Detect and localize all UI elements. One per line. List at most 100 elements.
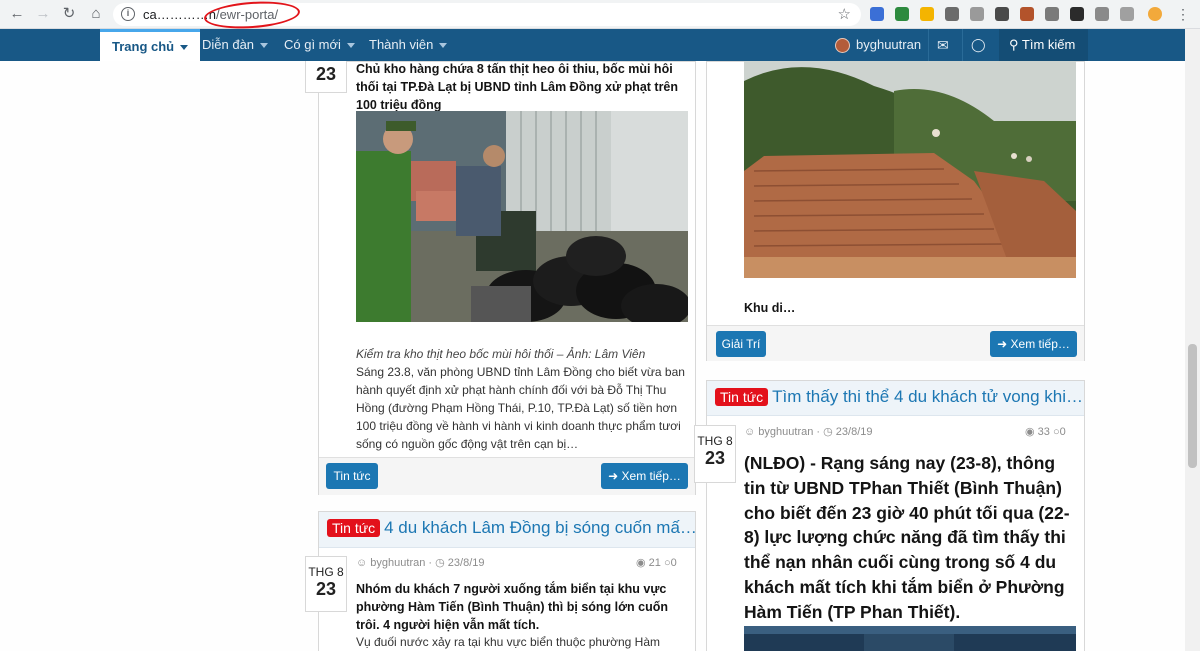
- extension-icon[interactable]: [970, 7, 984, 21]
- article-title-link[interactable]: Tìm thấy thi thể 4 du khách tử vong khi…: [772, 387, 1083, 406]
- nav-forums[interactable]: Diễn đàn: [202, 29, 269, 61]
- date-month: THG 8: [697, 434, 733, 448]
- news-tag[interactable]: Tin tức: [327, 519, 381, 537]
- extension-icon[interactable]: [1020, 7, 1034, 21]
- envelope-icon[interactable]: ✉: [937, 29, 949, 61]
- home-icon[interactable]: ⌂: [87, 5, 105, 23]
- chevron-down-icon[interactable]: [260, 43, 269, 49]
- article-title-link[interactable]: 4 du khách Lâm Đồng bị sóng cuốn mấ…: [384, 518, 695, 537]
- read-more-label: Xem tiếp…: [1010, 337, 1070, 351]
- article-photo: [356, 111, 688, 322]
- date-day: 23: [315, 579, 337, 599]
- chevron-down-icon[interactable]: [180, 45, 189, 51]
- eye-icon: ◉: [636, 557, 646, 569]
- date-day: 23: [315, 64, 337, 84]
- card-footer: Giải Trí ➜ Xem tiếp…: [707, 325, 1084, 361]
- post-date: 23/8/19: [447, 557, 485, 569]
- view-count: 21: [648, 557, 661, 569]
- nav-divider: [928, 29, 929, 61]
- translate-extension-icon[interactable]: [870, 7, 884, 21]
- nav-divider: [962, 29, 963, 61]
- clock-icon: ◷: [435, 557, 445, 569]
- author-link[interactable]: byghuutran: [370, 557, 425, 569]
- article-excerpt: Vụ đuối nước xảy ra tại khu vực biển thu…: [356, 635, 660, 649]
- article-stats: ◉ 21 ○0: [636, 556, 677, 569]
- photo-meat-illustration: [356, 111, 688, 322]
- profile-avatar-icon[interactable]: [1148, 7, 1162, 21]
- search-label: Tìm kiếm: [1021, 37, 1076, 52]
- forward-arrow-icon[interactable]: →: [34, 5, 52, 23]
- photo-ruin-illustration: [744, 61, 1076, 278]
- category-button[interactable]: Giải Trí: [716, 331, 766, 357]
- news-tag[interactable]: Tin tức: [715, 388, 769, 406]
- post-date: 23/8/19: [835, 426, 873, 438]
- extension-icon[interactable]: [995, 7, 1009, 21]
- search-button[interactable]: ⚲ Tìm kiếm: [999, 29, 1088, 61]
- user-icon: ☺: [744, 426, 756, 438]
- extension-icon[interactable]: [1120, 7, 1134, 21]
- bell-icon[interactable]: ◯: [971, 29, 986, 61]
- search-icon: ⚲: [1009, 37, 1019, 52]
- comment-count: 0: [670, 557, 677, 569]
- clock-icon: ◷: [823, 426, 833, 438]
- nav-whats-new-label: Có gì mới: [284, 37, 341, 52]
- read-more-button[interactable]: ➜ Xem tiếp…: [601, 463, 688, 489]
- nav-home-label: Trang chủ: [112, 39, 175, 54]
- date-box: THG 8 23: [305, 556, 347, 612]
- read-more-button[interactable]: ➜ Xem tiếp…: [990, 331, 1077, 357]
- article-stats: ◉ 33 ○0: [1025, 425, 1066, 438]
- article-meta: ☺ byghuutran · ◷ 23/8/19: [356, 557, 485, 569]
- page-scrollbar[interactable]: [1185, 29, 1200, 651]
- bookmark-star-icon[interactable]: ☆: [838, 5, 851, 23]
- article-lead: Nhóm du khách 7 người xuống tắm biển tại…: [356, 582, 668, 632]
- article-body: (NLĐO) - Rạng sáng nay (23-8), thông tin…: [744, 453, 1070, 622]
- user-icon: ☺: [356, 557, 368, 569]
- date-box: THG 8 23: [694, 425, 736, 483]
- eye-icon: ◉: [1025, 426, 1035, 438]
- article-photo: [744, 626, 1076, 651]
- nav-members[interactable]: Thành viên: [369, 29, 448, 61]
- view-count: 33: [1037, 426, 1050, 438]
- menu-dots-icon[interactable]: ⋮: [1174, 5, 1192, 23]
- nav-user-account[interactable]: byghuutran: [835, 29, 921, 61]
- card-footer: Tin tức ➜ Xem tiếp…: [319, 457, 695, 495]
- comment-icon: ○: [663, 557, 671, 569]
- site-info-icon[interactable]: i: [121, 7, 135, 21]
- date-day: 23: [704, 448, 726, 468]
- avatar: [835, 38, 850, 54]
- comment-count: 0: [1059, 426, 1066, 438]
- extension-icon[interactable]: [1095, 7, 1109, 21]
- read-more-label: Xem tiếp…: [621, 469, 681, 483]
- chevron-down-icon[interactable]: [439, 43, 448, 49]
- extension-icon[interactable]: [895, 7, 909, 21]
- date-box: 23: [305, 61, 347, 93]
- back-arrow-icon[interactable]: ←: [8, 5, 26, 23]
- article-meta: ☺ byghuutran · ◷ 23/8/19: [744, 426, 873, 438]
- photo-beach-illustration: [744, 626, 1076, 651]
- site-navigation: Trang chủ Diễn đàn Có gì mới Thành viên …: [0, 29, 1200, 61]
- chevron-down-icon[interactable]: [346, 43, 355, 49]
- article-headline[interactable]: Chủ kho hàng chứa 8 tấn thịt heo ôi thiu…: [356, 60, 688, 114]
- category-button[interactable]: Tin tức: [326, 463, 378, 489]
- card-title-bar: Tin tức Tìm thấy thi thể 4 du khách tử vo…: [707, 381, 1084, 416]
- date-month: THG 8: [308, 565, 344, 579]
- drive-extension-icon[interactable]: [920, 7, 934, 21]
- author-link[interactable]: byghuutran: [758, 426, 813, 438]
- article-excerpt: Khu di…: [744, 301, 796, 315]
- reload-icon[interactable]: ↻: [60, 5, 78, 23]
- article-photo: [744, 61, 1076, 278]
- nav-forums-label: Diễn đàn: [202, 37, 255, 52]
- scrollbar-thumb[interactable]: [1188, 344, 1197, 468]
- extension-icon[interactable]: [945, 7, 959, 21]
- nav-whats-new[interactable]: Có gì mới: [284, 29, 355, 61]
- photo-caption: Kiểm tra kho thịt heo bốc mùi hôi thối –…: [356, 347, 646, 361]
- extension-icon[interactable]: [1070, 7, 1084, 21]
- card-title-bar: Tin tức 4 du khách Lâm Đồng bị sóng cuốn …: [319, 512, 695, 548]
- nav-members-label: Thành viên: [369, 37, 434, 52]
- comment-icon: ○: [1052, 426, 1060, 438]
- extension-icon[interactable]: [1045, 7, 1059, 21]
- article-excerpt: Sáng 23.8, văn phòng UBND tỉnh Lâm Đồng …: [356, 365, 685, 451]
- nav-username: byghuutran: [856, 37, 922, 52]
- read-more-icon: ➜: [997, 337, 1008, 351]
- nav-home[interactable]: Trang chủ: [100, 29, 201, 61]
